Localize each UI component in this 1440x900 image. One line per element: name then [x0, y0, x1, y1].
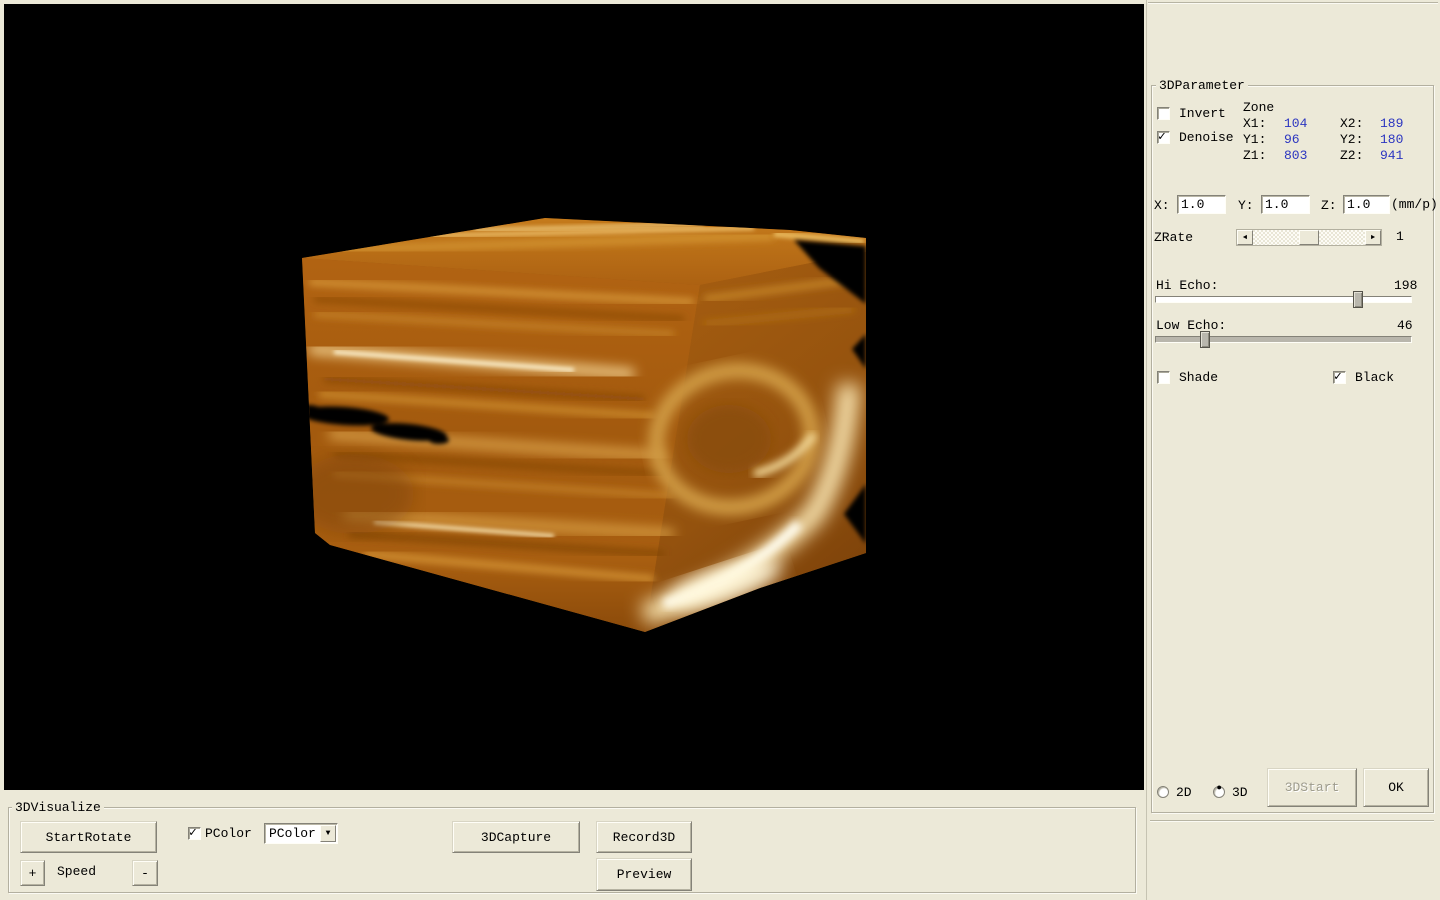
- pcolor-checkbox[interactable]: ✓: [188, 827, 201, 840]
- zrate-left-arrow-icon[interactable]: ◄: [1237, 230, 1253, 245]
- mode-2d-radio[interactable]: [1157, 786, 1169, 798]
- black-checkmark: ✓: [1334, 369, 1342, 384]
- denoise-checkbox[interactable]: ✓: [1157, 131, 1170, 144]
- denoise-label: Denoise: [1179, 131, 1234, 145]
- zone-z2-label: Z2:: [1340, 149, 1363, 163]
- speed-label: Speed: [57, 865, 96, 879]
- mode-3d-radio-dot: ●: [1217, 783, 1222, 793]
- zone-x1-label: X1:: [1243, 117, 1266, 131]
- scale-x-label: X:: [1154, 199, 1170, 213]
- panel-top-divider: [1148, 2, 1438, 4]
- zrate-scrollbar-thumb[interactable]: [1299, 230, 1319, 245]
- start-rotate-button[interactable]: StartRotate: [20, 821, 157, 853]
- record3d-button[interactable]: Record3D: [596, 821, 692, 853]
- zone-y2-value: 180: [1380, 133, 1403, 147]
- speed-plus-button[interactable]: +: [20, 860, 45, 886]
- denoise-checkmark: ✓: [1158, 129, 1166, 144]
- zrate-right-arrow-icon[interactable]: ►: [1365, 230, 1381, 245]
- zone-x1-value: 104: [1284, 117, 1307, 131]
- zone-z2-value: 941: [1380, 149, 1403, 163]
- application-window: 3DParameter Invert ✓ Denoise Zone X1: 10…: [0, 0, 1440, 900]
- ok-button[interactable]: OK: [1363, 768, 1429, 807]
- pcolor-dropdown[interactable]: PColor ▼: [264, 823, 338, 844]
- chevron-down-icon[interactable]: ▼: [320, 825, 336, 842]
- black-checkbox[interactable]: ✓: [1333, 371, 1346, 384]
- preview-button[interactable]: Preview: [596, 858, 692, 891]
- invert-label: Invert: [1179, 107, 1226, 121]
- invert-checkbox[interactable]: [1157, 107, 1170, 120]
- start3d-button[interactable]: 3DStart: [1267, 768, 1357, 807]
- scale-unit-label: (mm/p): [1391, 198, 1438, 212]
- scale-z-input[interactable]: [1343, 195, 1390, 214]
- scale-y-label: Y:: [1238, 199, 1254, 213]
- speed-minus-button[interactable]: -: [132, 860, 158, 886]
- low-echo-slider-track[interactable]: [1155, 336, 1412, 343]
- zrate-label: ZRate: [1154, 231, 1193, 245]
- groupbox-3dvisualize-title: 3DVisualize: [12, 801, 104, 815]
- pcolor-label: PColor: [205, 827, 252, 841]
- capture3d-button[interactable]: 3DCapture: [452, 821, 580, 853]
- zone-y1-value: 96: [1284, 133, 1300, 147]
- scale-y-input[interactable]: [1261, 195, 1310, 214]
- mode-2d-label: 2D: [1176, 786, 1192, 800]
- zone-y1-label: Y1:: [1243, 133, 1266, 147]
- hi-echo-slider-track[interactable]: [1155, 296, 1412, 303]
- scale-x-input[interactable]: [1177, 195, 1226, 214]
- zone-z1-value: 803: [1284, 149, 1307, 163]
- zone-y2-label: Y2:: [1340, 133, 1363, 147]
- low-echo-value: 46: [1397, 319, 1413, 333]
- render-viewport[interactable]: [4, 4, 1144, 790]
- low-echo-label: Low Echo:: [1156, 319, 1226, 333]
- zone-x2-label: X2:: [1340, 117, 1363, 131]
- hi-echo-label: Hi Echo:: [1156, 279, 1218, 293]
- hi-echo-value: 198: [1394, 279, 1417, 293]
- shade-label: Shade: [1179, 371, 1218, 385]
- zone-title: Zone: [1243, 101, 1274, 115]
- shade-checkbox[interactable]: [1157, 371, 1170, 384]
- black-label: Black: [1355, 371, 1394, 385]
- scale-z-label: Z:: [1321, 199, 1337, 213]
- zrate-value: 1: [1396, 230, 1404, 244]
- zone-x2-value: 189: [1380, 117, 1403, 131]
- zrate-scrollbar[interactable]: ◄ ►: [1236, 229, 1382, 246]
- groupbox-3dparameter-title: 3DParameter: [1156, 79, 1248, 93]
- pcolor-checkmark: ✓: [189, 825, 197, 840]
- hi-echo-slider-thumb[interactable]: [1353, 291, 1363, 308]
- panel-bottom-divider: [1150, 820, 1434, 822]
- ultrasound-volume-render: [274, 184, 894, 644]
- pcolor-dropdown-value: PColor: [269, 825, 316, 842]
- low-echo-slider-thumb[interactable]: [1200, 331, 1210, 348]
- mode-3d-radio[interactable]: ●: [1213, 786, 1225, 798]
- mode-3d-label: 3D: [1232, 786, 1248, 800]
- zone-z1-label: Z1:: [1243, 149, 1266, 163]
